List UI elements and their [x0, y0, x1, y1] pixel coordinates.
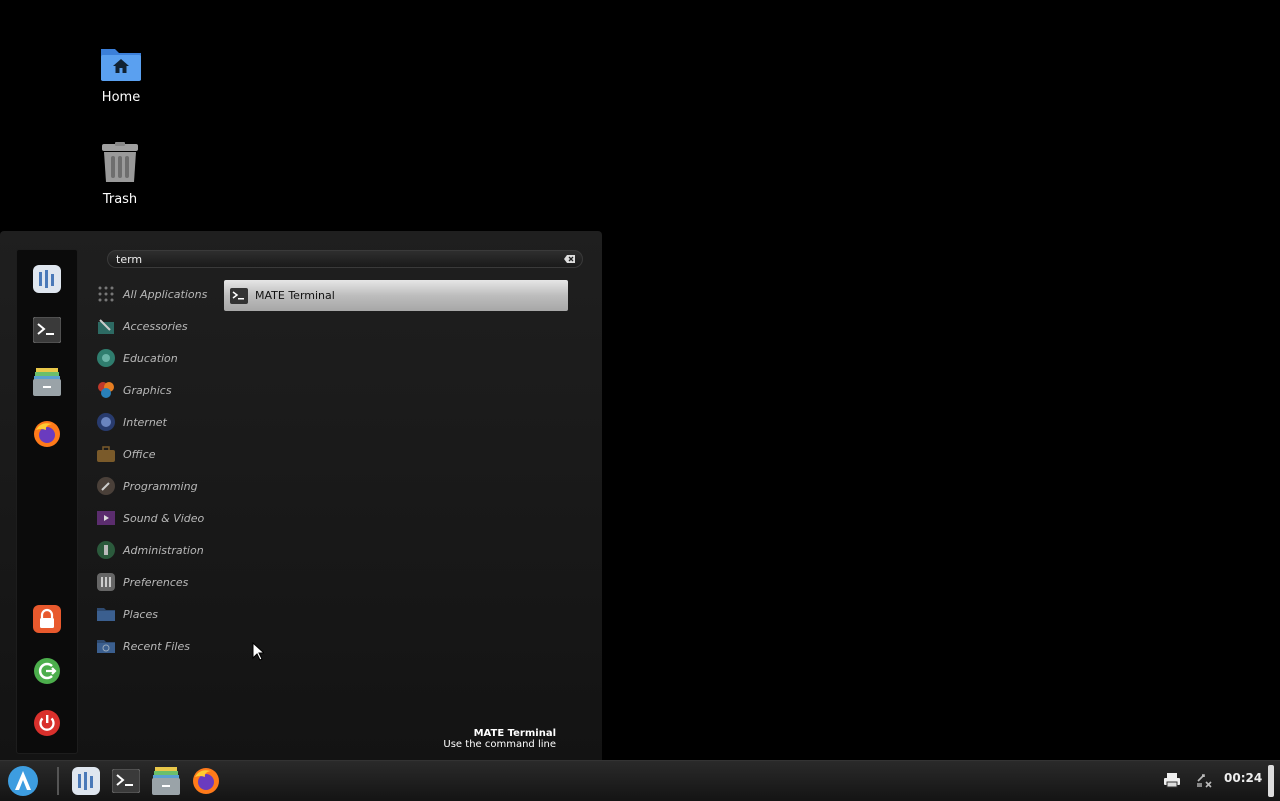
category-label: Accessories — [123, 319, 188, 333]
category-administration[interactable]: Administration — [96, 539, 216, 561]
desktop-trash-icon[interactable]: Trash — [80, 142, 160, 207]
category-label: Graphics — [123, 383, 172, 397]
system-monitor-icon — [33, 265, 61, 293]
favorite-terminal[interactable] — [32, 315, 62, 345]
taskbar-firefox[interactable] — [190, 765, 222, 797]
internet-icon — [96, 412, 116, 432]
category-places[interactable]: Places — [96, 603, 216, 625]
power-icon — [34, 710, 60, 736]
graphics-icon — [96, 380, 116, 400]
category-graphics[interactable]: Graphics — [96, 379, 216, 401]
recent-files-icon — [96, 636, 116, 656]
search-input[interactable] — [116, 251, 556, 267]
file-manager-icon — [33, 368, 61, 396]
favorite-system-monitor[interactable] — [32, 264, 62, 294]
result-label: MATE Terminal — [255, 289, 335, 302]
favorite-file-manager[interactable] — [32, 367, 62, 397]
description-title: MATE Terminal — [473, 728, 556, 739]
clock[interactable]: 00:24 — [1224, 771, 1262, 785]
lock-icon — [33, 605, 61, 633]
system-monitor-icon — [72, 767, 100, 795]
terminal-icon — [112, 769, 140, 793]
category-label: Education — [123, 351, 178, 365]
taskbar-file-manager[interactable] — [150, 765, 182, 797]
category-office[interactable]: Office — [96, 443, 216, 465]
network-disconnected-icon[interactable] — [1195, 771, 1213, 789]
category-label: Internet — [123, 415, 167, 429]
category-label: Places — [123, 607, 158, 621]
programming-icon — [96, 476, 116, 496]
category-label: Administration — [123, 543, 204, 557]
education-icon — [96, 348, 116, 368]
accessories-icon — [96, 316, 116, 336]
favorites-sidebar — [16, 249, 78, 754]
office-icon — [96, 444, 116, 464]
taskbar-separator — [57, 767, 59, 795]
terminal-icon — [230, 287, 248, 304]
firefox-icon — [34, 421, 60, 447]
category-preferences[interactable]: Preferences — [96, 571, 216, 593]
logout-button[interactable] — [32, 656, 62, 686]
clear-search-icon[interactable] — [564, 253, 576, 265]
category-all-applications[interactable]: All Applications — [96, 283, 216, 305]
lock-screen-button[interactable] — [32, 604, 62, 634]
preferences-icon — [96, 572, 116, 592]
description-text: Use the command line — [443, 739, 556, 750]
administration-icon — [96, 540, 116, 560]
desktop-home-icon[interactable]: Home — [81, 44, 161, 105]
desktop-home-label: Home — [101, 90, 141, 105]
search-box — [107, 250, 583, 268]
category-recent-files[interactable]: Recent Files — [96, 635, 216, 657]
arch-logo-icon — [8, 766, 38, 796]
taskbar: 00:24 — [0, 760, 1280, 801]
category-label: All Applications — [123, 287, 208, 301]
logout-icon — [34, 658, 60, 684]
file-manager-icon — [152, 767, 180, 795]
category-label: Programming — [123, 479, 198, 493]
category-programming[interactable]: Programming — [96, 475, 216, 497]
desktop-trash-label: Trash — [102, 192, 138, 207]
category-label: Preferences — [123, 575, 189, 589]
shutdown-button[interactable] — [32, 708, 62, 738]
firefox-icon — [193, 768, 219, 794]
panel-handle[interactable] — [1268, 765, 1274, 797]
category-label: Recent Files — [123, 639, 190, 653]
grid-icon — [96, 284, 116, 304]
category-accessories[interactable]: Accessories — [96, 315, 216, 337]
category-education[interactable]: Education — [96, 347, 216, 369]
favorite-firefox[interactable] — [32, 419, 62, 449]
category-label: Office — [123, 447, 156, 461]
printer-icon[interactable] — [1163, 771, 1181, 789]
taskbar-terminal[interactable] — [110, 765, 142, 797]
places-folder-icon — [96, 604, 116, 624]
category-internet[interactable]: Internet — [96, 411, 216, 433]
taskbar-system-monitor[interactable] — [70, 765, 102, 797]
sound-video-icon — [96, 508, 116, 528]
category-sound-video[interactable]: Sound & Video — [96, 507, 216, 529]
trash-icon — [102, 142, 138, 182]
application-menu: All Applications Accessories Education G… — [0, 231, 602, 760]
terminal-icon — [33, 317, 61, 343]
app-menu-button[interactable] — [7, 765, 39, 797]
category-label: Sound & Video — [123, 511, 205, 525]
home-folder-icon — [101, 49, 141, 81]
search-result-mate-terminal[interactable]: MATE Terminal — [224, 280, 568, 311]
mouse-cursor-icon — [252, 642, 264, 661]
app-description: MATE Terminal Use the command line — [443, 728, 556, 750]
